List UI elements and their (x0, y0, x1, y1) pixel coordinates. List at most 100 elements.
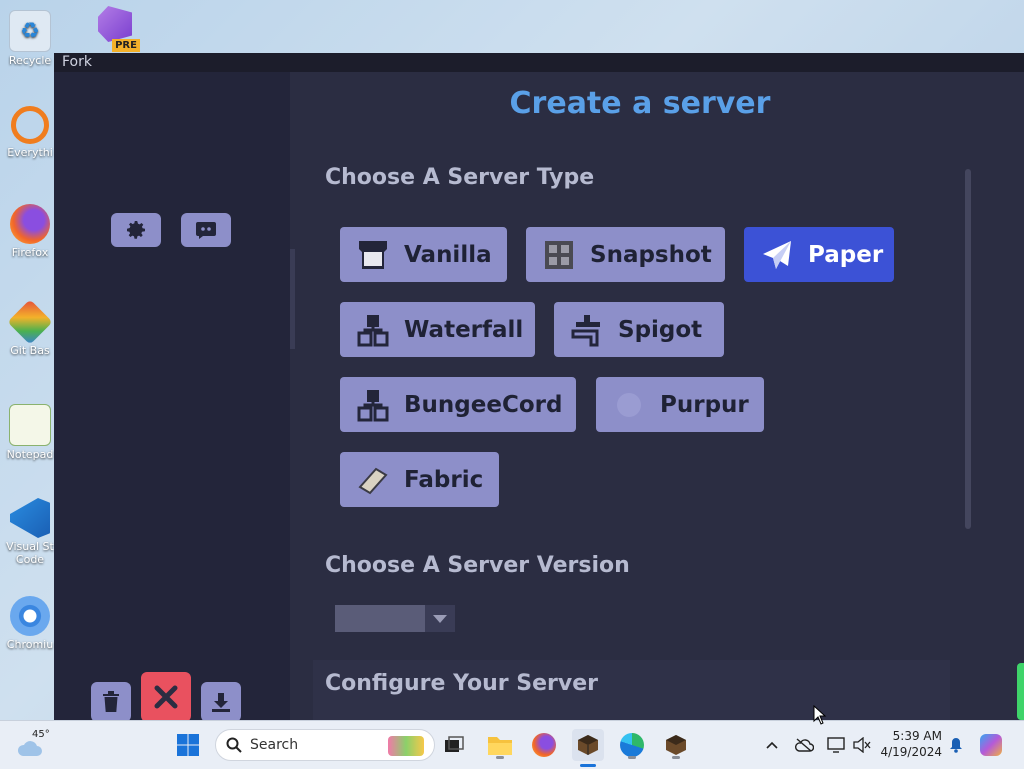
cancel-button[interactable] (141, 672, 191, 720)
delete-button[interactable] (91, 682, 131, 720)
window-title: Fork (62, 54, 92, 70)
vs-preview-icon[interactable]: PRE (92, 6, 140, 52)
desktop-icon-firefox[interactable]: Firefox (6, 204, 54, 259)
firefox-icon (532, 733, 556, 757)
server-type-snapshot[interactable]: Snapshot (526, 227, 725, 282)
speaker-muted-icon (853, 737, 871, 753)
server-version-heading: Choose A Server Version (325, 553, 630, 578)
download-icon (212, 693, 230, 712)
server-type-label: Fabric (404, 466, 484, 493)
server-type-spigot[interactable]: Spigot (554, 302, 724, 357)
fork-taskbar-button[interactable] (572, 729, 604, 767)
desktop-icon-label: Git Bas (10, 344, 50, 357)
chevron-up-icon (766, 741, 778, 749)
chevron-down-icon (425, 605, 455, 632)
edge-icon (620, 733, 644, 757)
chromium-icon (10, 596, 50, 636)
volume-button[interactable] (847, 729, 877, 761)
taskbar-search[interactable]: Search (215, 729, 435, 761)
trash-icon (103, 691, 119, 712)
server-type-waterfall[interactable]: Waterfall (340, 302, 535, 357)
vscode-icon (10, 498, 50, 538)
visual-studio-icon (98, 6, 132, 42)
fork-app-icon (666, 735, 686, 755)
desktop-icon-everything[interactable]: Everythi (6, 106, 54, 159)
running-indicator (628, 756, 636, 759)
bell-icon (950, 738, 962, 753)
desktop-icon-label: Recycle (8, 54, 52, 67)
server-type-label: Waterfall (404, 316, 524, 343)
purpur-icon (610, 386, 648, 424)
close-icon (154, 685, 178, 709)
server-type-label: BungeeCord (404, 391, 563, 418)
taskbar: 45° Search 5:39 AM 4/19/2024 (0, 720, 1024, 769)
monitor-icon (827, 737, 845, 753)
waterfall-icon (354, 311, 392, 349)
page-title: Create a server (509, 86, 771, 121)
search-placeholder: Search (250, 737, 299, 753)
gear-icon (127, 221, 145, 239)
everything-icon (11, 106, 49, 144)
server-type-heading: Choose A Server Type (325, 165, 595, 190)
notifications-button[interactable] (941, 729, 971, 761)
scrollbar[interactable] (965, 169, 971, 529)
server-type-fabric[interactable]: Fabric (340, 452, 499, 507)
sidebar (54, 72, 290, 720)
mouse-cursor-icon (813, 705, 827, 725)
onedrive-button[interactable] (789, 729, 819, 761)
server-type-vanilla[interactable]: Vanilla (340, 227, 507, 282)
vanilla-icon (354, 236, 392, 274)
server-type-label: Purpur (660, 391, 749, 418)
edge-taskbar-button[interactable] (616, 729, 648, 761)
server-type-label: Spigot (618, 316, 703, 343)
desktop-icon-notepad[interactable]: Notepad (6, 404, 54, 461)
active-indicator (580, 764, 596, 767)
copilot-icon (980, 734, 1002, 756)
fork-second-taskbar-button[interactable] (660, 729, 692, 761)
cloud-offline-icon (795, 738, 814, 752)
task-view-button[interactable] (438, 729, 470, 761)
fabric-icon (354, 461, 392, 499)
app-window: Fork Create a server Choose A Server Typ… (54, 53, 1024, 720)
copilot-button[interactable] (975, 729, 1007, 761)
desktop-icon-label: Firefox (11, 246, 49, 259)
server-type-paper[interactable]: Paper (744, 227, 894, 282)
discord-button[interactable] (181, 213, 231, 247)
discord-icon (196, 222, 216, 239)
file-explorer-button[interactable] (484, 729, 516, 761)
show-hidden-icons-button[interactable] (757, 729, 787, 761)
desktop-icon-recycle[interactable]: ♻ Recycle (6, 10, 54, 67)
running-indicator (672, 756, 680, 759)
desktop-icon-vscode[interactable]: Visual St Code (6, 498, 54, 566)
server-type-label: Vanilla (404, 241, 492, 268)
firefox-icon (10, 204, 50, 244)
firefox-taskbar-button[interactable] (528, 729, 560, 761)
task-view-icon (445, 736, 464, 752)
cloud-icon (17, 741, 42, 756)
start-button[interactable] (172, 729, 204, 761)
running-indicator (496, 756, 504, 759)
settings-button[interactable] (111, 213, 161, 247)
fork-app-icon (578, 735, 598, 755)
configure-heading: Configure Your Server (325, 671, 598, 696)
server-type-label: Paper (808, 241, 884, 268)
bungeecord-icon (354, 386, 392, 424)
folder-icon (488, 737, 512, 755)
desktop-icon-label: Visual St Code (6, 540, 54, 566)
weather-widget[interactable]: 45° (16, 729, 56, 759)
desktop-icon-chromium[interactable]: Chromiu (6, 596, 54, 651)
desktop-icon-label: Everythi (7, 146, 53, 159)
version-select-value (335, 605, 425, 632)
main-panel: Create a server Choose A Server Type Van… (295, 72, 1024, 720)
server-type-bungeecord[interactable]: BungeeCord (340, 377, 576, 432)
weather-temp: 45° (32, 729, 50, 740)
download-button[interactable] (201, 682, 241, 720)
snapshot-icon (540, 236, 578, 274)
desktop-icon-label: Chromiu (6, 638, 54, 651)
server-type-purpur[interactable]: Purpur (596, 377, 764, 432)
side-panel-tab[interactable] (1017, 663, 1024, 720)
clock[interactable]: 5:39 AM 4/19/2024 (878, 727, 948, 763)
desktop-icon-git-bash[interactable]: Git Bas (6, 299, 54, 357)
title-bar[interactable]: Fork (54, 53, 1024, 72)
server-version-select[interactable] (335, 605, 455, 632)
